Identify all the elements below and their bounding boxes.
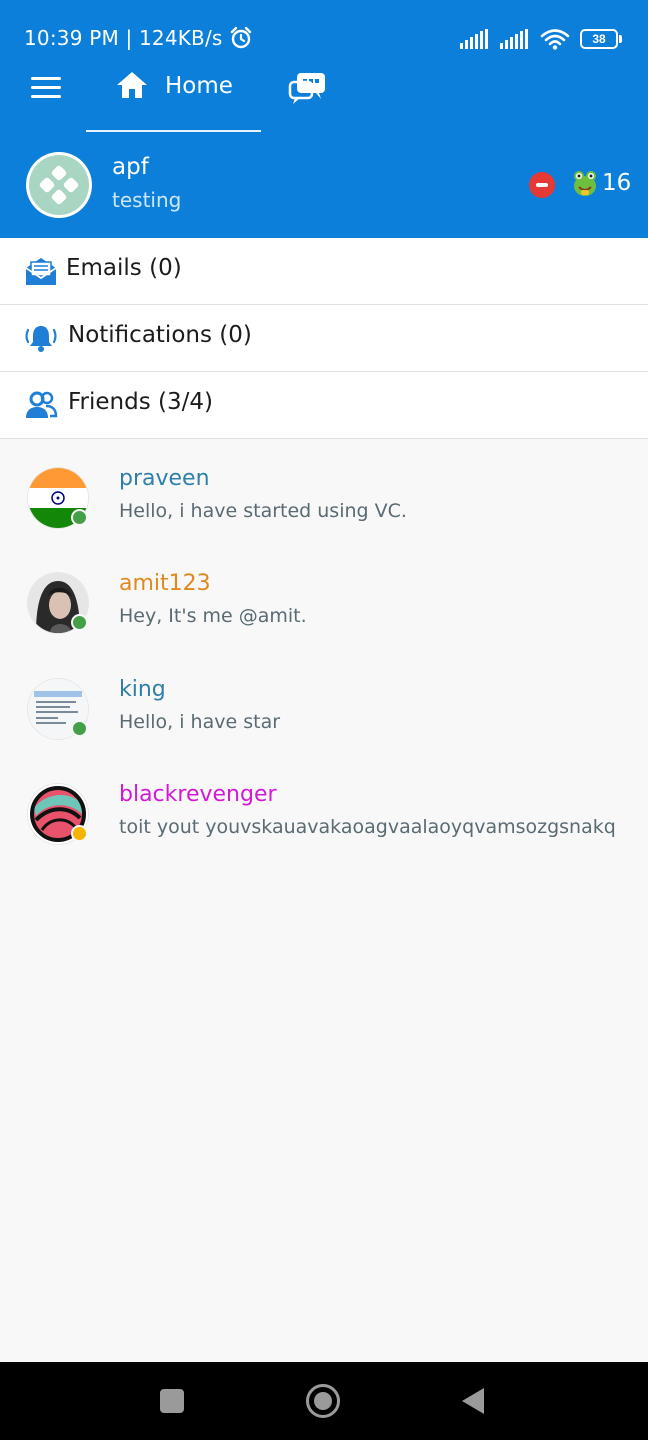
do-not-disturb-icon[interactable]: [529, 172, 555, 198]
signal-icon: [460, 29, 488, 49]
friends-icon: [26, 391, 58, 418]
notifications-label: Notifications (0): [68, 322, 252, 348]
top-nav: Home: [0, 60, 648, 132]
friend-message: Hello, i have started using VC.: [119, 500, 407, 522]
frog-icon: [574, 171, 596, 196]
app-header: 10:39 PM | 124KB/s 38 Home apf testing 1…: [0, 0, 648, 238]
notifications-row[interactable]: Notifications (0): [0, 305, 648, 372]
home-icon: [117, 72, 147, 98]
menu-icon-line: [31, 95, 61, 98]
friend-name: praveen: [119, 466, 210, 491]
emails-row[interactable]: Emails (0): [0, 238, 648, 305]
menu-button[interactable]: [28, 72, 66, 104]
list-item[interactable]: praveen Hello, i have started using VC.: [0, 448, 648, 552]
avatar-pattern-icon: [39, 165, 79, 205]
avatar-image: [29, 155, 89, 215]
tab-home[interactable]: Home: [86, 60, 261, 132]
wifi-icon: [540, 29, 570, 50]
chat-button[interactable]: [288, 70, 328, 106]
status-bar: 10:39 PM | 124KB/s 38: [24, 26, 622, 56]
tab-indicator: [86, 130, 261, 132]
profile-name: apf: [112, 154, 149, 180]
email-icon: [25, 258, 57, 285]
chat-icon: [288, 73, 325, 104]
away-status-icon: [71, 825, 88, 842]
status-left: 10:39 PM | 124KB/s: [24, 26, 253, 50]
online-status-icon: [71, 509, 88, 526]
system-nav-bar: [0, 1362, 648, 1440]
emails-label: Emails (0): [66, 255, 182, 281]
battery-tip: [619, 35, 622, 43]
back-button[interactable]: [462, 1388, 484, 1414]
friends-row[interactable]: Friends (3/4): [0, 372, 648, 439]
friend-name: blackrevenger: [119, 782, 277, 807]
list-item[interactable]: blackrevenger toit yout youvskauavakaoag…: [0, 764, 648, 868]
online-status-icon: [71, 614, 88, 631]
status-time-speed: 10:39 PM | 124KB/s: [24, 26, 223, 50]
online-status-icon: [71, 720, 88, 737]
alarm-icon: [230, 26, 251, 49]
friend-message: Hello, i have star: [119, 711, 281, 733]
menu-icon: [31, 77, 61, 80]
coins-count: 16: [602, 170, 632, 196]
status-right: 38: [460, 28, 622, 50]
battery-level: 38: [580, 29, 618, 49]
menu-icon-line: [31, 86, 61, 89]
list-item[interactable]: king Hello, i have star: [0, 659, 648, 763]
profile-status-text: testing: [112, 188, 182, 212]
coins-badge[interactable]: 16: [572, 166, 631, 200]
tab-home-label: Home: [165, 73, 233, 99]
home-button[interactable]: [306, 1384, 340, 1418]
friend-name: king: [119, 677, 166, 702]
bell-icon: [25, 326, 57, 352]
friend-name: amit123: [119, 571, 211, 596]
signal-icon: [500, 29, 528, 49]
friends-label: Friends (3/4): [68, 389, 213, 415]
recent-apps-button[interactable]: [160, 1389, 184, 1413]
friend-message: toit yout youvskauavakaoagvaalaoyqvamsoz…: [119, 816, 616, 838]
avatar[interactable]: [26, 152, 92, 218]
battery-icon: 38: [580, 29, 622, 49]
profile-card[interactable]: apf testing 16: [0, 150, 648, 230]
list-item[interactable]: amit123 Hey, It's me @amit.: [0, 553, 648, 657]
friend-message: Hey, It's me @amit.: [119, 605, 307, 627]
